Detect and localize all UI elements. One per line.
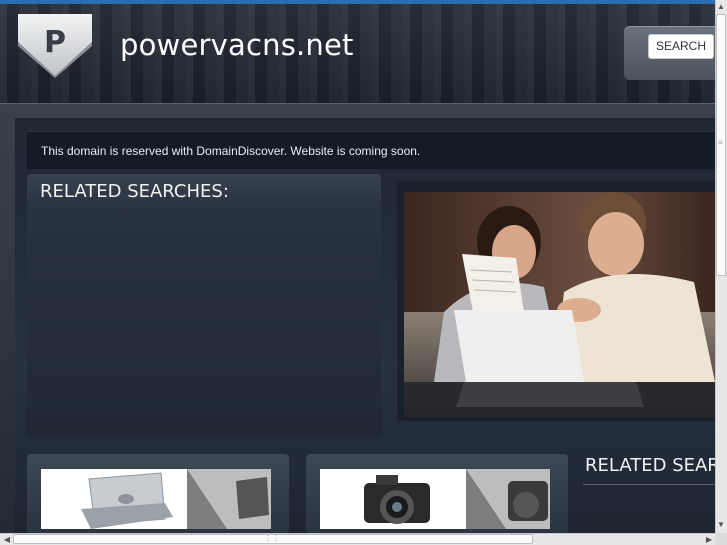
domain-notice: This domain is reserved with DomainDisco… [27, 131, 715, 169]
related-searches-title: RELATED SEARCHES: [40, 181, 229, 202]
related-searches-title-right: RELATED SEARCHES: [585, 455, 715, 476]
scroll-up-icon[interactable]: ▲ [716, 2, 726, 12]
scroll-right-icon[interactable]: ▶ [704, 535, 714, 545]
hero-photo [404, 192, 715, 417]
related-divider [583, 484, 715, 485]
site-header [0, 4, 715, 104]
vertical-grip-icon: ≡ [718, 138, 723, 147]
logo-shield-icon: P [18, 14, 92, 78]
search-button[interactable]: SEARCH [648, 34, 714, 59]
camera-thumbnail[interactable] [320, 469, 550, 529]
scroll-down-icon[interactable]: ▼ [716, 520, 726, 530]
related-searches-panel [27, 174, 381, 436]
scrollbar-corner [715, 533, 727, 545]
horizontal-grip-icon: ⋮⋮ [264, 534, 280, 543]
logo-badge[interactable]: P [18, 14, 92, 78]
laptop-thumbnail[interactable] [41, 469, 271, 529]
site-title[interactable]: powervacns.net [120, 28, 354, 62]
logo-letter: P [44, 25, 66, 60]
scroll-left-icon[interactable]: ◀ [2, 535, 12, 545]
